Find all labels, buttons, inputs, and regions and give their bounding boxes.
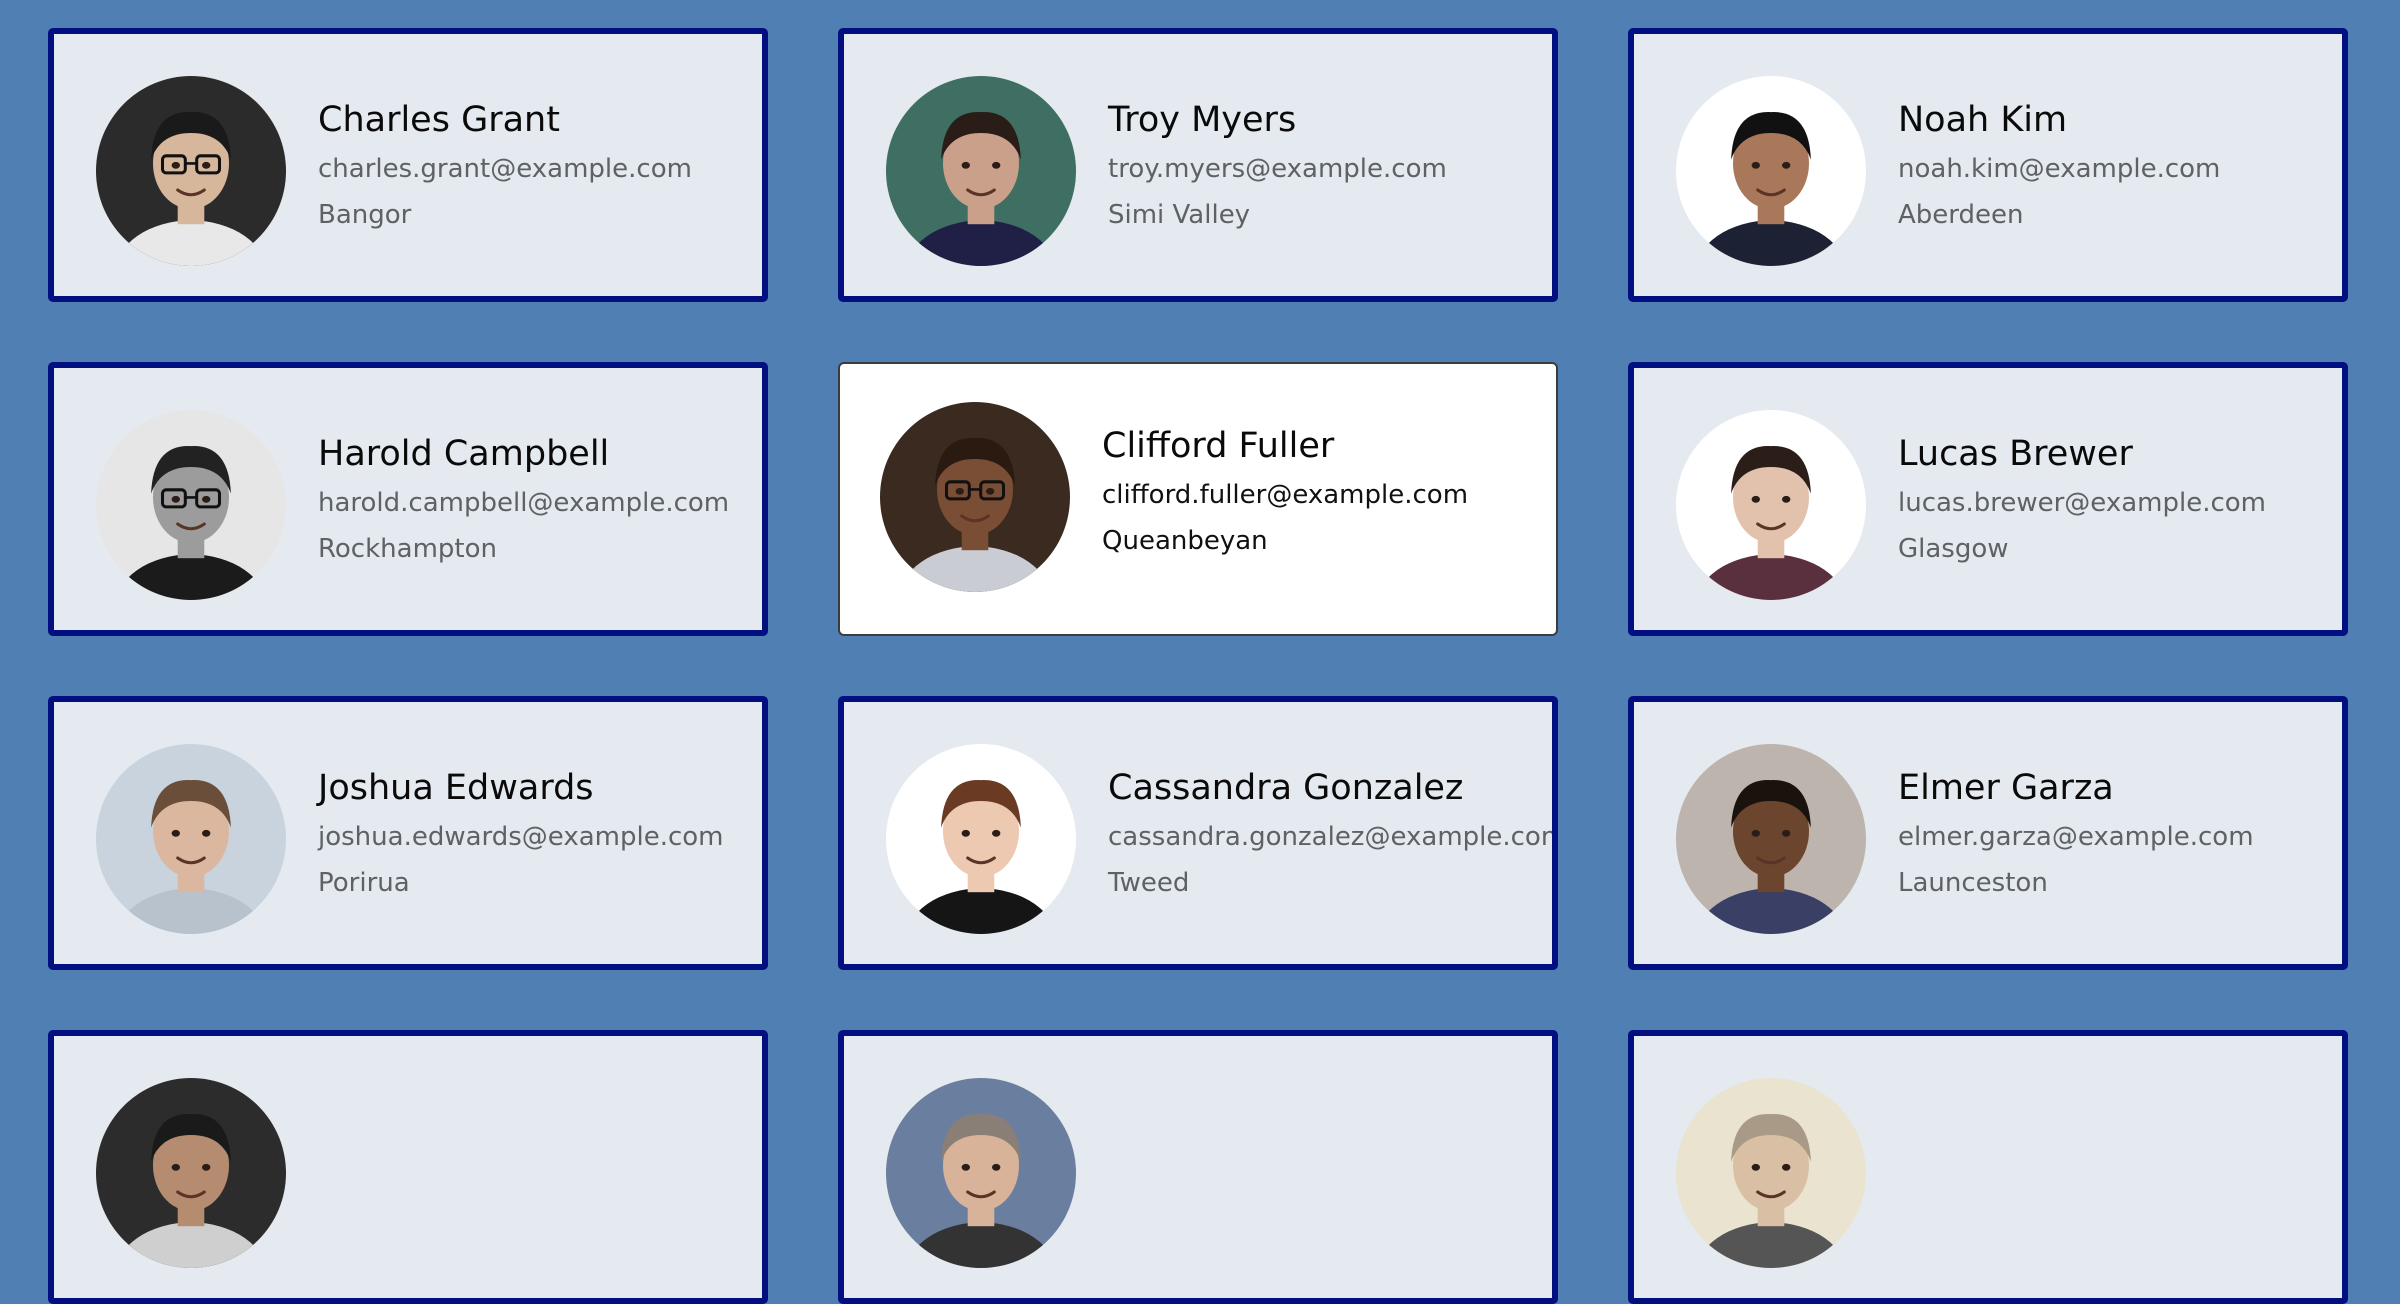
contact-info: Harold Campbell harold.campbell@example.c…	[318, 428, 729, 572]
contact-name: Clifford Fuller	[1102, 426, 1335, 466]
contact-name: Lucas Brewer	[1898, 434, 2133, 474]
avatar-portrait-icon	[96, 744, 286, 934]
contact-city: Simi Valley	[1108, 200, 1251, 230]
contact-card[interactable]: Lucas Brewer lucas.brewer@example.com Glas…	[1628, 362, 2348, 636]
contact-name: Joshua Edwards	[318, 768, 594, 808]
avatar	[880, 402, 1070, 592]
contact-name: Cassandra Gonzalez	[1108, 768, 1464, 808]
avatar-portrait-icon	[96, 1078, 286, 1268]
avatar-portrait-icon	[1676, 744, 1866, 934]
avatar-portrait-icon	[96, 76, 286, 266]
avatar	[96, 410, 286, 600]
contact-card-grid: Charles Grant charles.grant@example.com Ba…	[0, 0, 2400, 1304]
avatar	[96, 744, 286, 934]
contact-city: Aberdeen	[1898, 200, 2024, 230]
avatar-portrait-icon	[1676, 76, 1866, 266]
avatar	[96, 1078, 286, 1268]
contact-email: troy.myers@example.com	[1108, 154, 1447, 184]
avatar	[1676, 410, 1866, 600]
contact-email: noah.kim@example.com	[1898, 154, 2221, 184]
avatar-portrait-icon	[880, 402, 1070, 592]
contact-info: Noah Kim noah.kim@example.com Aberdeen	[1898, 94, 2220, 238]
contact-card[interactable]: Joshua Edwards joshua.edwards@example.com…	[48, 696, 768, 970]
contact-name: Charles Grant	[318, 100, 560, 140]
contact-card[interactable]	[838, 1030, 1558, 1304]
contact-city: Bangor	[318, 200, 412, 230]
avatar	[1676, 76, 1866, 266]
contact-email: lucas.brewer@example.com	[1898, 488, 2267, 518]
contact-card[interactable]: Troy Myers troy.myers@example.com Simi Val…	[838, 28, 1558, 302]
avatar-portrait-icon	[96, 410, 286, 600]
contact-card[interactable]: Elmer Garza elmer.garza@example.com Launce…	[1628, 696, 2348, 970]
contact-email: charles.grant@example.com	[318, 154, 692, 184]
contact-name: Troy Myers	[1108, 100, 1297, 140]
contact-name: Noah Kim	[1898, 100, 2068, 140]
contact-city: Launceston	[1898, 868, 2048, 898]
contact-card[interactable]: Clifford Fuller clifford.fuller@example.c…	[838, 362, 1558, 636]
contact-city: Porirua	[318, 868, 410, 898]
contact-card[interactable]: Noah Kim noah.kim@example.com Aberdeen	[1628, 28, 2348, 302]
contact-name: Harold Campbell	[318, 434, 610, 474]
contact-card[interactable]: Cassandra Gonzalez cassandra.gonzalez@exa…	[838, 696, 1558, 970]
contact-city: Glasgow	[1898, 534, 2009, 564]
contact-info: Charles Grant charles.grant@example.com Ba…	[318, 94, 692, 238]
contact-city: Rockhampton	[318, 534, 497, 564]
contact-email: joshua.edwards@example.com	[318, 822, 724, 852]
avatar	[886, 744, 1076, 934]
contact-email: elmer.garza@example.com	[1898, 822, 2254, 852]
contact-card[interactable]: Charles Grant charles.grant@example.com Ba…	[48, 28, 768, 302]
avatar	[1676, 1078, 1866, 1268]
avatar-portrait-icon	[1676, 410, 1866, 600]
contact-email: harold.campbell@example.com	[318, 488, 730, 518]
contact-info: Cassandra Gonzalez cassandra.gonzalez@exa…	[1108, 762, 1558, 906]
avatar-portrait-icon	[886, 76, 1076, 266]
contact-info: Lucas Brewer lucas.brewer@example.com Glas…	[1898, 428, 2266, 572]
contact-name: Elmer Garza	[1898, 768, 2114, 808]
contact-email: clifford.fuller@example.com	[1102, 480, 1469, 510]
avatar-portrait-icon	[886, 744, 1076, 934]
avatar-portrait-icon	[1676, 1078, 1866, 1268]
avatar-portrait-icon	[886, 1078, 1076, 1268]
contact-info: Joshua Edwards joshua.edwards@example.com…	[318, 762, 724, 906]
contact-info: Troy Myers troy.myers@example.com Simi Val…	[1108, 94, 1447, 238]
avatar	[1676, 744, 1866, 934]
avatar	[886, 1078, 1076, 1268]
contact-email: cassandra.gonzalez@example.com	[1108, 822, 1558, 852]
contact-city: Queanbeyan	[1102, 526, 1268, 556]
avatar	[886, 76, 1076, 266]
contact-city: Tweed	[1108, 868, 1190, 898]
contact-info: Clifford Fuller clifford.fuller@example.c…	[1102, 420, 1468, 564]
contact-card[interactable]	[1628, 1030, 2348, 1304]
contact-card[interactable]: Harold Campbell harold.campbell@example.c…	[48, 362, 768, 636]
contact-info: Elmer Garza elmer.garza@example.com Launce…	[1898, 762, 2254, 906]
avatar	[96, 76, 286, 266]
contact-card[interactable]	[48, 1030, 768, 1304]
